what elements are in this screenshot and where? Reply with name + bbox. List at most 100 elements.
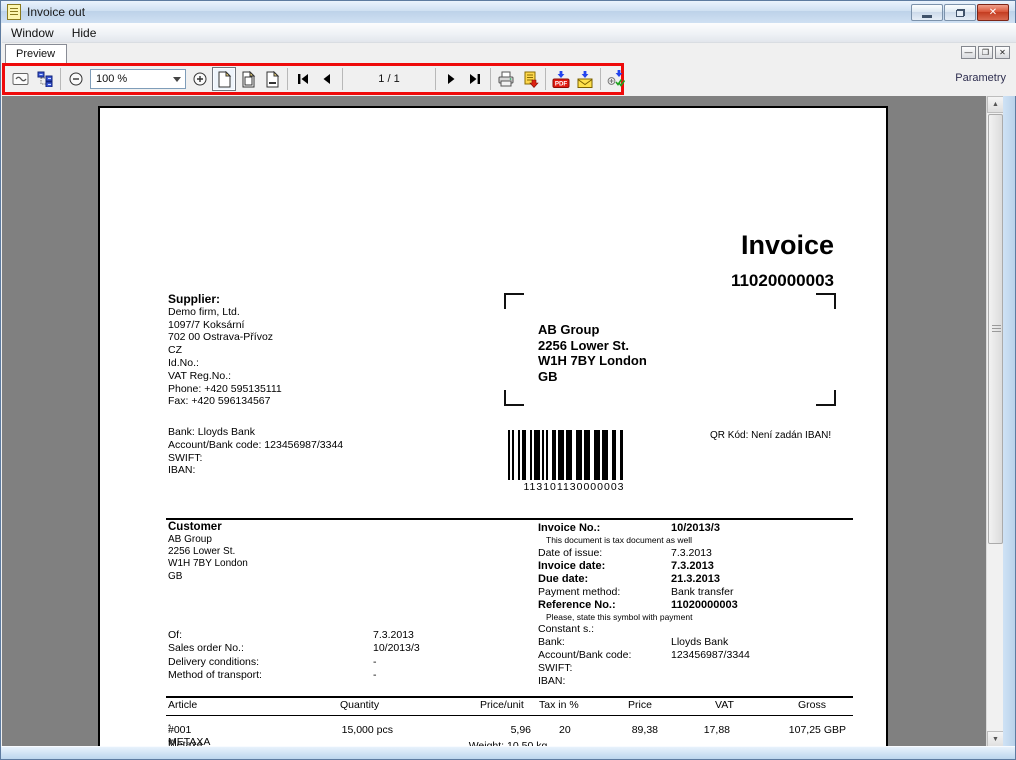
divider (166, 696, 853, 698)
page-indicator: 1 / 1 (378, 73, 400, 85)
detail-label: Date of issue: (538, 546, 603, 559)
window-title: Invoice out (27, 5, 86, 19)
mailing-address-block: AB Group 2256 Lower St. W1H 7BY London G… (538, 322, 647, 384)
zoom-level-select[interactable]: 100 % (90, 69, 186, 89)
zoom-in-button[interactable] (188, 67, 212, 91)
page-actual-size-button[interactable] (212, 67, 236, 91)
export-mail-button[interactable] (573, 67, 597, 91)
export-pdf-button[interactable]: PDF (549, 67, 573, 91)
field-value: - (373, 655, 377, 668)
customer-line: GB (168, 570, 183, 582)
fit-page-button[interactable] (236, 67, 260, 91)
field-value: 7.3.2013 (373, 629, 414, 641)
fit-width-button[interactable] (260, 67, 284, 91)
minimize-button[interactable] (911, 4, 943, 21)
parameters-label[interactable]: Parametry (955, 72, 1006, 84)
toolbar-separator (60, 68, 61, 90)
customer-line: W1H 7BY London (168, 558, 248, 570)
invoice-page: Invoice 11020000003 Supplier: Demo firm,… (98, 106, 888, 748)
detail-value: 11020000003 (671, 598, 738, 611)
scroll-up-button[interactable]: ▲ (987, 96, 1004, 113)
field-label: Of: (168, 629, 183, 641)
supplier-line: CZ (168, 344, 182, 357)
supplier-block: Supplier: Demo firm, Ltd. 1097/7 Koksárn… (168, 293, 282, 408)
previous-page-icon (323, 74, 330, 84)
next-page-button[interactable] (439, 67, 463, 91)
chevron-down-icon (173, 77, 181, 82)
detail-label: IBAN: (538, 675, 566, 687)
mdi-close-button[interactable]: ✕ (995, 46, 1010, 59)
bank-line: Account/Bank code: 123456987/3344 (168, 438, 344, 451)
customer-block: Customer AB Group 2256 Lower St. W1H 7BY… (168, 521, 248, 583)
menu-hide[interactable]: Hide (63, 24, 106, 42)
arrow-down-icon: ▼ (992, 736, 999, 743)
minimize-icon (922, 14, 932, 18)
zoom-level-value: 100 % (96, 73, 128, 85)
envelope-button[interactable] (9, 67, 33, 91)
restore-icon (955, 8, 965, 17)
export-verify-button[interactable] (604, 67, 628, 91)
menu-bar: Window Hide (2, 23, 1016, 43)
tab-preview[interactable]: Preview (5, 44, 67, 63)
title-bar: Invoice out ✕ (1, 1, 1015, 23)
window-frame-right (1003, 96, 1015, 748)
last-page-button[interactable] (463, 67, 487, 91)
address-window-corner (816, 293, 836, 309)
arrow-up-icon: ▲ (992, 101, 999, 108)
tax-document-note: This document is tax document as well (546, 535, 692, 545)
column-header: Price (628, 699, 652, 711)
restore-button[interactable] (944, 4, 976, 21)
single-page-icon (218, 70, 231, 87)
customer-heading: Customer (168, 521, 222, 533)
mdi-minimize-button[interactable]: — (961, 46, 976, 59)
detail-value: Bank transfer (671, 585, 734, 598)
invoice-details: Invoice No.: 10/2013/3 This document is t… (538, 522, 853, 688)
supplier-line: Demo firm, Ltd. (168, 305, 240, 318)
item-gross: 107,25 GBP (788, 724, 846, 736)
item-vat: 17,88 (703, 724, 730, 736)
supplier-line: 1097/7 Koksární (168, 318, 245, 331)
supplier-line: 702 00 Ostrava-Přívoz (168, 331, 274, 344)
pdf-badge-text: PDF (555, 80, 568, 87)
close-button[interactable]: ✕ (977, 4, 1009, 21)
detail-label: Due date: (538, 572, 589, 585)
export-verify-icon (607, 70, 625, 87)
supplier-bank-block: Bank: Lloyds Bank Account/Bank code: 123… (168, 426, 343, 477)
customer-line: AB Group (168, 533, 212, 545)
column-header: Tax in % (539, 699, 579, 711)
bank-line: Bank: Lloyds Bank (168, 426, 255, 438)
invoice-title: Invoice (740, 230, 834, 260)
detail-label: Invoice No.: (538, 522, 601, 534)
mdi-restore-button[interactable]: ❐ (978, 46, 993, 59)
app-document-icon (7, 4, 21, 20)
bank-line: IBAN: (168, 464, 196, 477)
column-header: Quantity (340, 699, 380, 711)
application-window: Invoice out ✕ Window Hide Preview — ❐ ✕ (0, 0, 1016, 760)
quick-export-button[interactable] (518, 67, 542, 91)
divider (166, 518, 853, 520)
item-price: 89,38 (631, 724, 658, 736)
field-value: - (373, 669, 377, 682)
detail-label: Account/Bank code: (538, 649, 632, 661)
address-window-corner (504, 293, 524, 309)
scrollbar-thumb[interactable] (988, 114, 1003, 544)
preview-area[interactable]: Invoice 11020000003 Supplier: Demo firm,… (2, 96, 988, 748)
envelope-icon (12, 73, 29, 85)
menu-window[interactable]: Window (2, 24, 63, 42)
document-map-button[interactable] (33, 67, 57, 91)
detail-value: 7.3.2013 (671, 546, 712, 559)
first-page-button[interactable] (291, 67, 315, 91)
toolbar-separator (545, 68, 546, 90)
last-page-icon (470, 74, 480, 84)
divider (166, 715, 853, 716)
toolbar-separator (342, 68, 343, 90)
address-line: GB (538, 368, 558, 384)
toolbar-separator (287, 68, 288, 90)
toolbar-separator (600, 68, 601, 90)
zoom-out-button[interactable] (64, 67, 88, 91)
detail-label: Invoice date: (538, 559, 606, 572)
previous-page-button[interactable] (315, 67, 339, 91)
supplier-heading: Supplier: (168, 292, 221, 306)
print-button[interactable] (494, 67, 518, 91)
vertical-scrollbar[interactable]: ▲ ▼ (986, 96, 1004, 748)
